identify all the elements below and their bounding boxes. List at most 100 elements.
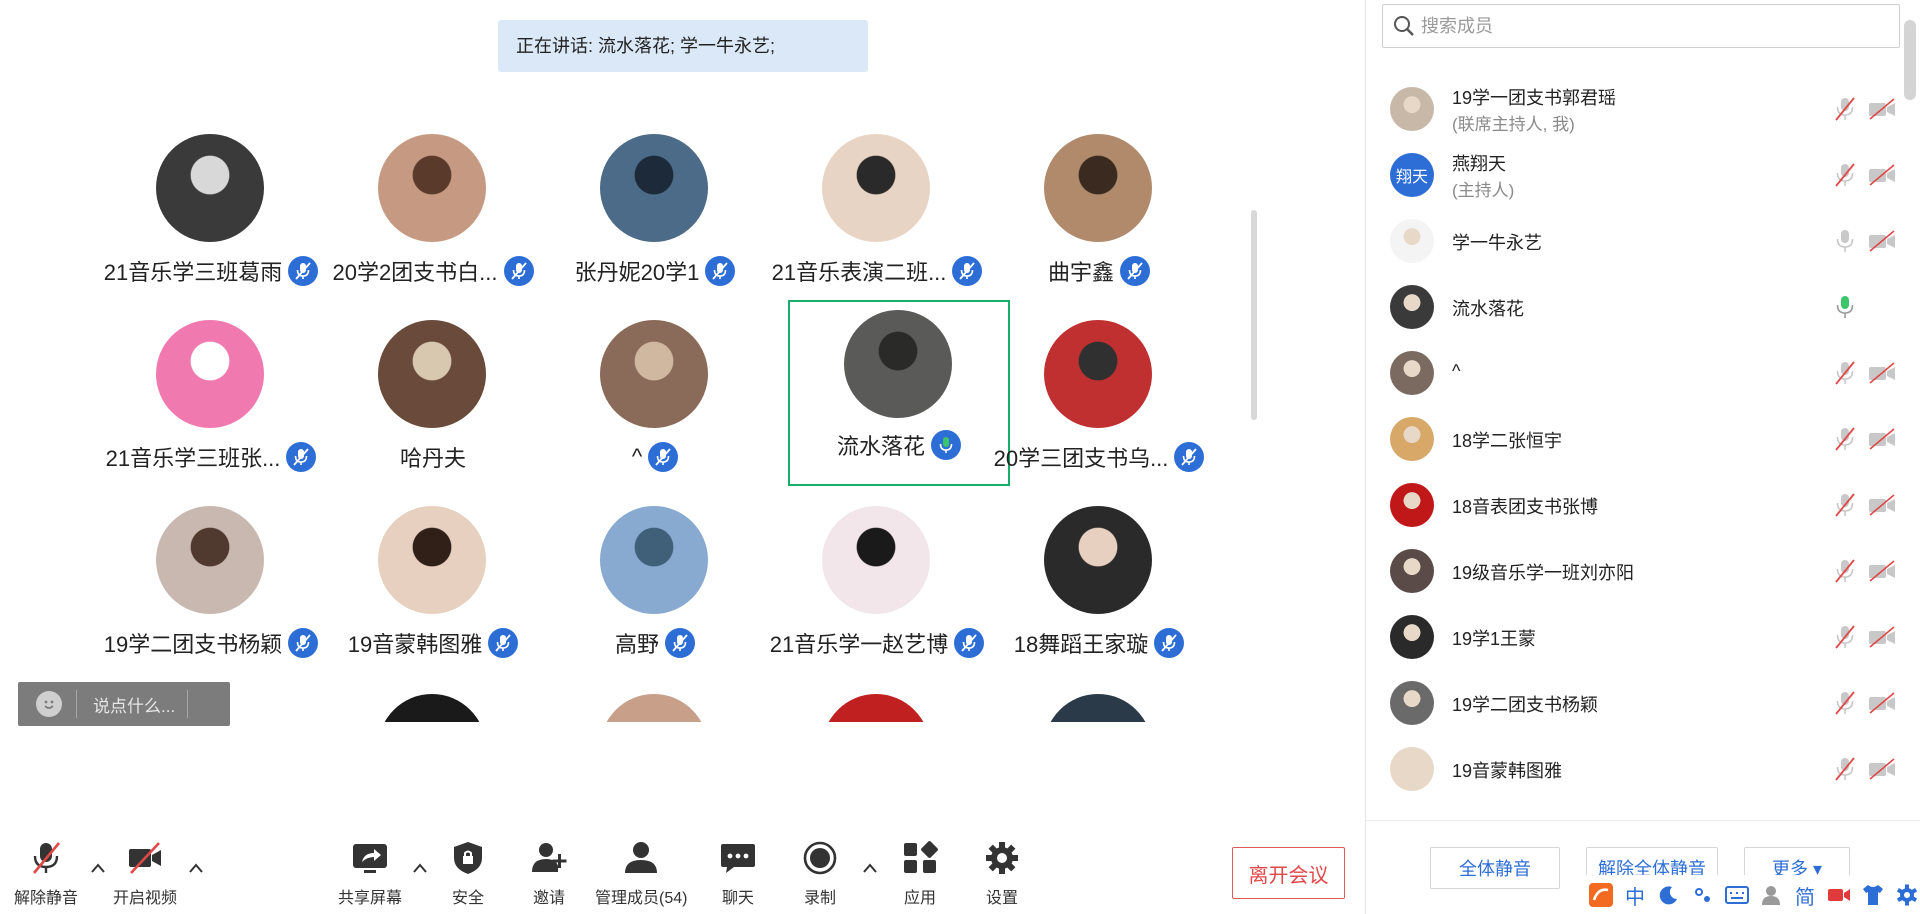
record-button[interactable]: 录制	[800, 840, 840, 908]
member-row[interactable]: 18学二张恒宇	[1366, 406, 1900, 472]
mute-all-button[interactable]: 全体静音	[1430, 847, 1560, 889]
mic-muted-icon[interactable]	[1832, 360, 1858, 386]
ime-simplified[interactable]: 简	[1792, 881, 1818, 909]
camera-off-icon[interactable]	[1868, 626, 1896, 648]
participant-tile[interactable]: 21音乐学三班张...	[100, 314, 322, 500]
camera-off-icon[interactable]	[1868, 164, 1896, 186]
settings-button[interactable]: 设置	[982, 840, 1022, 908]
invite-button[interactable]: 邀请	[529, 840, 569, 908]
panel-scrollbar[interactable]	[1904, 20, 1916, 100]
mic-muted-icon[interactable]	[1832, 690, 1858, 716]
participant-avatar	[1044, 694, 1152, 722]
invite-label: 邀请	[532, 890, 565, 907]
emoji-icon[interactable]	[36, 691, 62, 717]
member-row[interactable]: 19学一团支书郭君瑶 (联席主持人, 我)	[1366, 76, 1900, 142]
moon-icon[interactable]	[1656, 881, 1682, 909]
member-row[interactable]: ^	[1366, 340, 1900, 406]
shirt-icon[interactable]	[1860, 881, 1886, 909]
keyboard-icon[interactable]	[1724, 881, 1750, 909]
video-record-icon[interactable]	[1826, 881, 1852, 909]
mic-icon[interactable]	[1832, 228, 1858, 254]
participant-tile[interactable]: 18舞蹈王家璇	[988, 500, 1210, 686]
member-row[interactable]: 流水落花	[1366, 274, 1900, 340]
camera-off-icon[interactable]	[1868, 98, 1896, 120]
manage-members-label: 管理成员(54)	[595, 890, 688, 907]
participant-avatar	[600, 134, 708, 242]
mic-muted-icon[interactable]	[1832, 492, 1858, 518]
chevron-up-icon[interactable]	[90, 862, 106, 874]
divider	[76, 690, 77, 718]
ime-mode[interactable]: 中	[1622, 881, 1648, 909]
search-input[interactable]	[1421, 15, 1861, 37]
panel-footer: 全体静音 解除全体静音 更多 ▾ 中 简	[1366, 820, 1920, 914]
participant-tile[interactable]: 19学二团支书杨颖	[100, 500, 322, 686]
gallery-scrollbar[interactable]	[1251, 210, 1257, 420]
camera-off-icon[interactable]	[1868, 560, 1896, 582]
participant-avatar	[822, 134, 930, 242]
camera-off-icon[interactable]	[1868, 692, 1896, 714]
security-button[interactable]: 安全	[448, 840, 488, 908]
mic-speaking-icon[interactable]	[1832, 294, 1858, 320]
member-row[interactable]: 学一牛永艺	[1366, 208, 1900, 274]
camera-off-icon[interactable]	[1868, 230, 1896, 252]
participant-avatar	[844, 310, 952, 418]
chevron-up-icon[interactable]	[188, 862, 204, 874]
member-avatar	[1390, 219, 1434, 263]
member-name: 19学1王蒙	[1452, 629, 1537, 649]
mic-muted-icon[interactable]	[1832, 558, 1858, 584]
member-row[interactable]: 19音蒙韩图雅	[1366, 736, 1900, 802]
participant-name-row: 曲宇鑫	[963, 256, 1235, 286]
member-row[interactable]: 19学1王蒙	[1366, 604, 1900, 670]
user-icon[interactable]	[1758, 881, 1784, 909]
participant-avatar	[156, 506, 264, 614]
participant-name-row: ^	[519, 442, 791, 472]
gear-icon[interactable]	[1894, 881, 1920, 909]
participant-tile[interactable]: 20学三团支书乌...	[988, 314, 1210, 500]
mic-muted-icon[interactable]	[1832, 624, 1858, 650]
participant-tile[interactable]: 21音乐表演二班...	[766, 128, 988, 314]
participant-tile[interactable]: 21音乐学一赵艺博	[766, 500, 988, 686]
chevron-up-icon[interactable]	[412, 862, 428, 874]
participant-tile[interactable]: 曲宇鑫	[988, 128, 1210, 314]
share-screen-button[interactable]: 共享屏幕	[338, 840, 402, 908]
participant-tile[interactable]: 高野	[544, 500, 766, 686]
participant-tile[interactable]: ^	[544, 314, 766, 500]
mic-muted-icon[interactable]	[1832, 756, 1858, 782]
participant-tile[interactable]: 20学2团支书白...	[322, 128, 544, 314]
participant-tile[interactable]: 张丹妮20学1	[544, 128, 766, 314]
camera-off-icon[interactable]	[1868, 758, 1896, 780]
leave-meeting-button[interactable]: 离开会议	[1232, 847, 1345, 899]
meeting-window: 21音乐学三班葛雨 20学2团支书白... 张丹妮20学1 21音乐表演二班..…	[0, 0, 1920, 914]
mic-muted-icon	[1174, 442, 1205, 472]
mic-muted-icon[interactable]	[1832, 162, 1858, 188]
member-row[interactable]: 19级音乐学一班刘亦阳	[1366, 538, 1900, 604]
apps-button[interactable]: 应用	[900, 840, 940, 908]
manage-members-button[interactable]: 管理成员(54)	[595, 840, 687, 908]
camera-off-icon[interactable]	[1868, 428, 1896, 450]
punctuation-icon[interactable]	[1690, 881, 1716, 909]
participant-tile[interactable]: 21音乐学三班葛雨	[100, 128, 322, 314]
quick-chat-input[interactable]: 说点什么...	[18, 682, 230, 726]
chat-button[interactable]: 聊天	[718, 840, 758, 908]
participant-name: 21音乐学三班葛雨	[103, 260, 283, 285]
chevron-up-icon[interactable]	[862, 862, 878, 874]
participant-tile[interactable]: 哈丹夫	[322, 314, 544, 500]
participant-tile[interactable]: 19音蒙韩图雅	[322, 500, 544, 686]
camera-off-icon[interactable]	[1868, 362, 1896, 384]
member-avatar	[1390, 87, 1434, 131]
ime-logo-icon[interactable]	[1588, 881, 1614, 909]
mic-muted-icon[interactable]	[1832, 426, 1858, 452]
member-row[interactable]: 翔天 燕翔天 (主持人)	[1366, 142, 1900, 208]
start-video-button[interactable]: 开启视频	[113, 840, 177, 908]
participant-name: 20学2团支书白...	[332, 260, 498, 285]
ime-toolbar: 中 简	[1582, 875, 1920, 914]
participant-name: 高野	[614, 632, 659, 657]
member-row[interactable]: 19学二团支书杨颖	[1366, 670, 1900, 736]
camera-off-icon[interactable]	[1868, 494, 1896, 516]
mic-muted-icon[interactable]	[1832, 96, 1858, 122]
member-search[interactable]	[1382, 4, 1900, 48]
mic-muted-icon	[665, 628, 695, 658]
member-row[interactable]: 18音表团支书张博	[1366, 472, 1900, 538]
unmute-button[interactable]: 解除静音	[14, 840, 78, 908]
gear-icon	[986, 842, 1018, 874]
